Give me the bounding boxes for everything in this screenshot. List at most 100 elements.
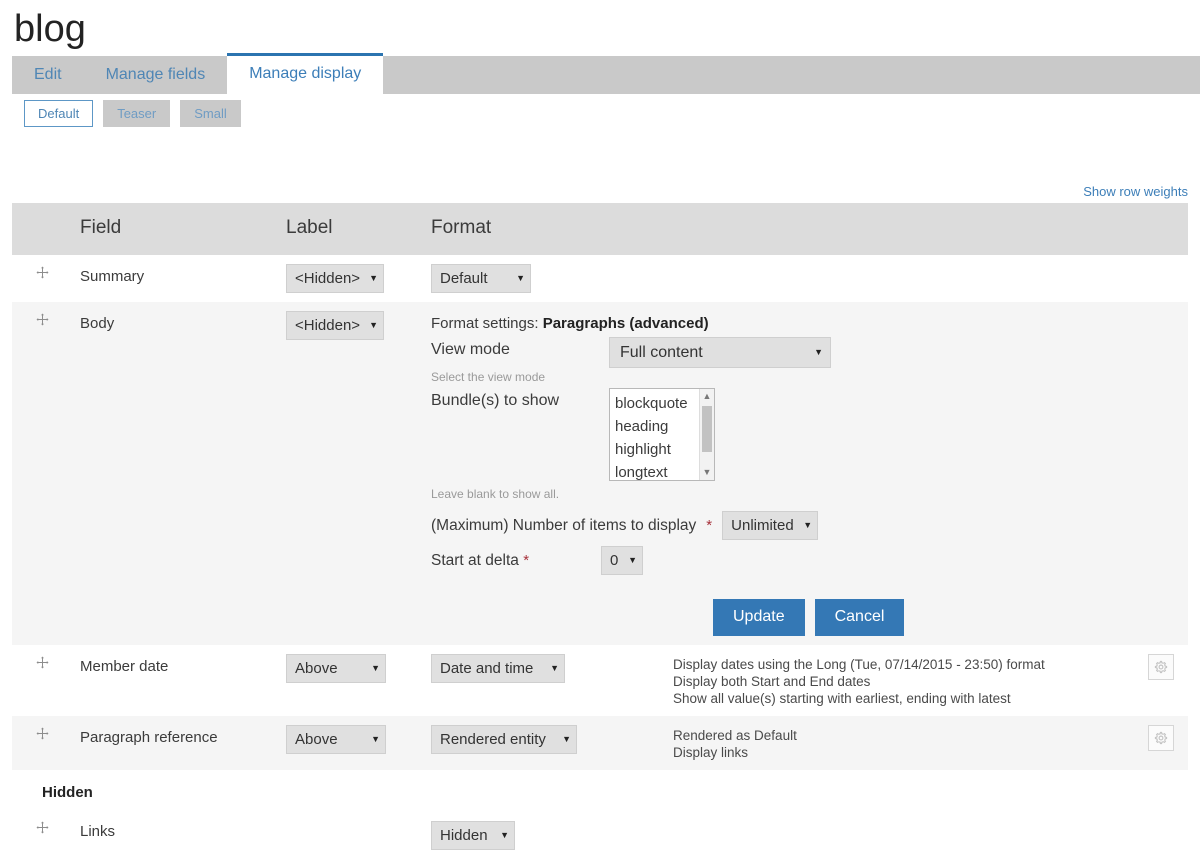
view-mode-label: View mode xyxy=(431,341,510,358)
row-summary-cell xyxy=(673,255,1128,302)
tab-manage-fields[interactable]: Manage fields xyxy=(84,56,228,94)
row-summary-cell: Display dates using the Long (Tue, 07/14… xyxy=(673,645,1128,716)
table-row: Links Hidden ▼ xyxy=(12,811,1188,850)
settings-gear-button[interactable] xyxy=(1148,725,1174,751)
format-select-summary[interactable]: Default ▼ xyxy=(431,264,531,293)
format-settings-title-prefix: Format settings: xyxy=(431,315,543,332)
drag-handle-icon[interactable] xyxy=(12,821,50,839)
row-summary-cell xyxy=(673,811,1128,850)
table-header-field: Field xyxy=(58,203,286,255)
view-mode-tab-small[interactable]: Small xyxy=(180,100,241,127)
view-mode-select[interactable]: Full content ▼ xyxy=(609,337,831,368)
settings-gear-button[interactable] xyxy=(1148,654,1174,680)
chevron-down-icon: ▼ xyxy=(371,734,380,744)
tab-edit[interactable]: Edit xyxy=(12,56,84,94)
view-mode-description: Select the view mode xyxy=(431,370,546,384)
row-label-cell: <Hidden> ▼ xyxy=(286,255,431,302)
update-button[interactable]: Update xyxy=(713,599,805,636)
tab-edit-label: Edit xyxy=(34,66,62,83)
bundles-scrollbar[interactable]: ▲ ▼ xyxy=(699,389,714,480)
view-mode-tab-default-label: Default xyxy=(38,106,80,121)
view-mode-tab-small-label: Small xyxy=(194,106,227,121)
gear-icon xyxy=(1154,660,1168,674)
label-select-summary[interactable]: <Hidden> ▼ xyxy=(286,264,384,293)
row-field-cell: Member date xyxy=(58,645,286,716)
chevron-down-icon: ▼ xyxy=(803,520,813,530)
row-field-cell: Links xyxy=(58,811,286,850)
format-summary: Display dates using the Long (Tue, 07/14… xyxy=(673,654,1128,707)
format-summary-line: Rendered as Default xyxy=(673,728,797,743)
row-drag-cell xyxy=(12,716,58,770)
format-summary-line: Display both Start and End dates xyxy=(673,674,871,689)
table-header-row: Field Label Format xyxy=(12,203,1188,255)
max-items-select[interactable]: Unlimited ▼ xyxy=(722,511,819,540)
scrollbar-thumb[interactable] xyxy=(702,406,712,452)
tab-manage-display-label: Manage display xyxy=(249,65,362,82)
row-label-cell xyxy=(286,811,431,850)
row-field-cell: Body xyxy=(58,302,286,645)
bundles-row: Bundle(s) to show blockquote heading hig… xyxy=(431,388,1188,481)
format-summary: Rendered as Default Display links xyxy=(673,725,1128,761)
label-select-body[interactable]: <Hidden> ▼ xyxy=(286,311,384,340)
drag-handle-icon[interactable] xyxy=(12,727,50,745)
row-settings-cell xyxy=(1128,716,1188,770)
field-label: Summary xyxy=(80,268,145,285)
tab-manage-display[interactable]: Manage display xyxy=(227,53,384,94)
chevron-down-icon: ▼ xyxy=(500,830,509,840)
view-mode-tab-default[interactable]: Default xyxy=(24,100,94,127)
row-settings-cell xyxy=(1128,255,1188,302)
format-select-links[interactable]: Hidden ▼ xyxy=(431,821,515,850)
chevron-down-icon: ▼ xyxy=(516,273,525,283)
delta-row: Start at delta * 0 ▼ xyxy=(431,546,1188,575)
row-drag-cell xyxy=(12,645,58,716)
row-settings-cell xyxy=(1128,811,1188,850)
primary-tabs: Edit Manage fields Manage display xyxy=(12,53,1200,94)
chevron-down-icon: ▼ xyxy=(628,555,637,565)
field-label: Body xyxy=(80,315,115,332)
label-select-paragraph-reference[interactable]: Above ▼ xyxy=(286,725,386,754)
delta-select[interactable]: 0 ▼ xyxy=(601,546,643,575)
label-select-paragraph-reference-value: Above xyxy=(295,731,338,748)
drag-handle-icon[interactable] xyxy=(12,656,50,674)
label-select-summary-value: <Hidden> xyxy=(295,270,361,287)
field-label: Links xyxy=(80,823,116,840)
scroll-up-icon[interactable]: ▲ xyxy=(700,390,714,403)
max-items-required-marker: * xyxy=(706,516,713,534)
chevron-down-icon: ▼ xyxy=(369,273,378,283)
max-items-label: (Maximum) Number of items to display xyxy=(431,516,697,534)
table-header-handle xyxy=(12,203,58,255)
row-format-cell: Default ▼ xyxy=(431,255,673,302)
scroll-down-icon[interactable]: ▼ xyxy=(700,466,714,479)
row-format-cell: Date and time ▼ xyxy=(431,645,673,716)
format-settings-panel: Format settings: Paragraphs (advanced) V… xyxy=(431,311,1188,636)
view-mode-tab-teaser-label: Teaser xyxy=(117,106,157,121)
format-settings-actions: Update Cancel xyxy=(431,599,1188,636)
delta-label-wrap: Start at delta * xyxy=(431,550,601,572)
label-select-member-date[interactable]: Above ▼ xyxy=(286,654,386,683)
field-label: Member date xyxy=(80,658,169,675)
delta-required-marker: * xyxy=(523,551,530,569)
format-select-member-date[interactable]: Date and time ▼ xyxy=(431,654,565,683)
drag-handle-icon[interactable] xyxy=(12,266,50,284)
chevron-down-icon: ▼ xyxy=(550,663,559,673)
body-format-settings-cell: Format settings: Paragraphs (advanced) V… xyxy=(431,302,1188,645)
table-row: Body <Hidden> ▼ Format settings: Paragra… xyxy=(12,302,1188,645)
row-label-cell: <Hidden> ▼ xyxy=(286,302,431,645)
region-header-cell: Hidden xyxy=(12,770,1188,811)
show-row-weights-link[interactable]: Show row weights xyxy=(1083,184,1188,199)
format-select-paragraph-reference[interactable]: Rendered entity ▼ xyxy=(431,725,577,754)
label-select-body-value: <Hidden> xyxy=(295,317,361,334)
view-mode-select-value: Full content xyxy=(620,344,703,361)
cancel-button[interactable]: Cancel xyxy=(814,599,905,636)
manage-display-table: Field Label Format Summary <Hidden> ▼ De… xyxy=(12,203,1188,850)
row-format-cell: Rendered entity ▼ xyxy=(431,716,673,770)
bundles-multiselect[interactable]: blockquote heading highlight longtext ▲ … xyxy=(609,388,715,481)
drag-handle-icon[interactable] xyxy=(12,313,50,331)
max-items-select-value: Unlimited xyxy=(731,517,794,534)
chevron-down-icon: ▼ xyxy=(814,347,823,357)
view-mode-tab-teaser[interactable]: Teaser xyxy=(103,100,171,127)
field-label: Paragraph reference xyxy=(80,729,218,746)
table-header: Field Label Format xyxy=(12,203,1188,255)
row-format-cell: Hidden ▼ xyxy=(431,811,673,850)
chevron-down-icon: ▼ xyxy=(369,320,378,330)
